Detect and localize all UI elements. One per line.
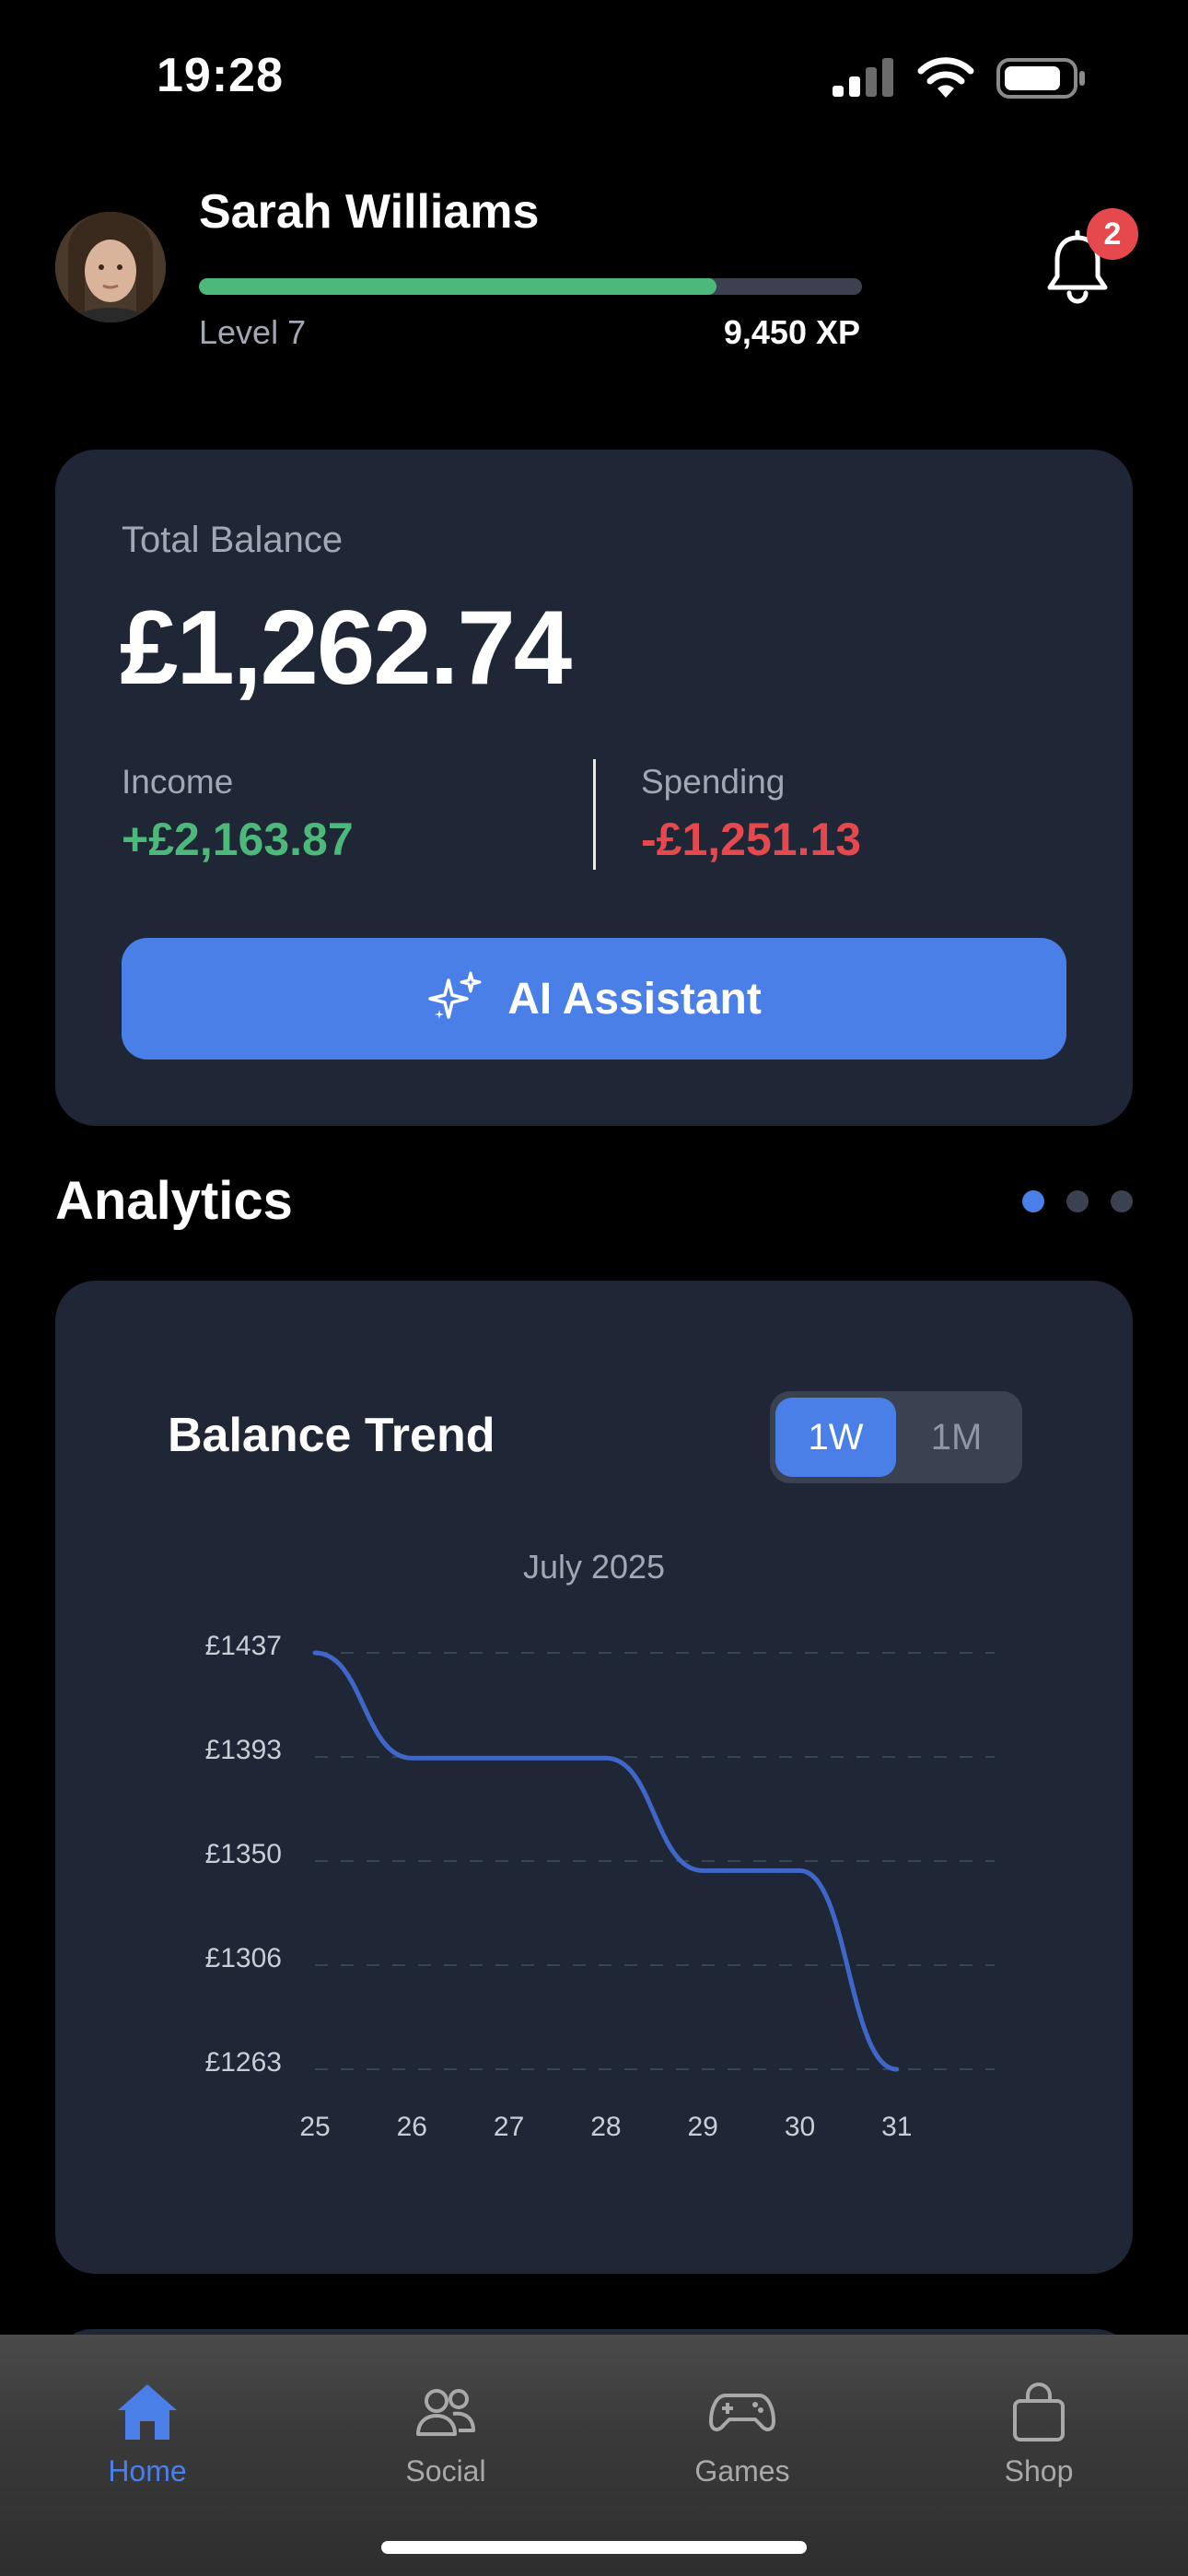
page-dot-1[interactable] — [1022, 1190, 1044, 1212]
total-balance-amount: £1,262.74 — [120, 590, 572, 707]
balance-divider — [593, 759, 596, 870]
spending-value: -£1,251.13 — [641, 814, 862, 865]
tab-games[interactable]: Games — [650, 2381, 834, 2488]
home-icon — [118, 2384, 177, 2440]
page-indicator[interactable] — [1022, 1190, 1133, 1212]
gamepad-icon — [709, 2394, 775, 2431]
home-indicator[interactable] — [381, 2541, 807, 2554]
tab-home-label: Home — [108, 2454, 187, 2488]
x-tick-label: 25 — [299, 2112, 330, 2142]
income-label: Income — [122, 763, 234, 801]
signal-icon — [833, 58, 893, 97]
avatar-image — [55, 212, 166, 322]
y-tick-label: £1437 — [205, 1631, 282, 1661]
x-tick-label: 30 — [785, 2112, 815, 2142]
analytics-title: Analytics — [55, 1171, 293, 1231]
xp-progress-bar — [199, 278, 862, 295]
tab-games-label: Games — [694, 2454, 790, 2488]
ai-assistant-button[interactable]: AI Assistant — [122, 938, 1066, 1060]
balance-trend-card: £1437 £1393 £1350 £1306 £1263 25 26 27 28 29 30 31 … — [55, 1281, 1133, 2274]
notification-badge: 2 — [1087, 208, 1138, 260]
avatar[interactable] — [55, 212, 166, 322]
x-tick-label: 28 — [590, 2112, 621, 2142]
user-name: Sarah Williams — [199, 185, 540, 239]
y-tick-label: £1263 — [205, 2047, 282, 2078]
status-icons — [831, 57, 1087, 100]
x-tick-label: 29 — [688, 2112, 718, 2142]
y-tick-label: £1350 — [205, 1839, 282, 1869]
battery-icon — [996, 58, 1085, 99]
sparkles-icon — [428, 971, 482, 1019]
x-tick-label: 27 — [494, 2112, 524, 2142]
level-label: Level 7 — [199, 313, 307, 351]
tab-social[interactable]: Social — [354, 2381, 538, 2488]
status-time: 19:28 — [157, 49, 284, 102]
tab-bar: Home Social Games Shop — [0, 2335, 1188, 2576]
bag-icon — [1013, 2383, 1065, 2441]
spending-label: Spending — [641, 763, 786, 801]
chart-month-label: July 2025 — [522, 1548, 666, 1586]
income-value: +£2,163.87 — [122, 814, 354, 865]
tab-home[interactable]: Home — [55, 2381, 239, 2488]
range-1w-button[interactable]: 1W — [775, 1398, 896, 1477]
y-tick-label: £1393 — [205, 1735, 282, 1765]
tab-shop-label: Shop — [1004, 2454, 1074, 2488]
x-tick-label: 26 — [397, 2112, 427, 2142]
chart-title: Balance Trend — [168, 1409, 495, 1462]
range-selector[interactable]: 1W 1M — [770, 1391, 1022, 1483]
balance-card: Total Balance £1,262.74 Income +£2,163.8… — [55, 450, 1133, 1126]
page-dot-3[interactable] — [1111, 1190, 1133, 1212]
range-1m-button[interactable]: 1M — [896, 1398, 1017, 1477]
xp-label: 9,450 XP — [723, 313, 860, 351]
wifi-icon — [917, 57, 974, 98]
tab-social-label: Social — [405, 2454, 486, 2488]
ai-assistant-label: AI Assistant — [507, 974, 762, 1024]
tab-shop[interactable]: Shop — [947, 2381, 1131, 2488]
people-icon — [416, 2389, 475, 2436]
x-tick-label: 31 — [881, 2112, 912, 2142]
page-dot-2[interactable] — [1066, 1190, 1089, 1212]
xp-progress-fill — [199, 278, 716, 295]
y-tick-label: £1306 — [205, 1943, 282, 1973]
total-balance-label: Total Balance — [122, 520, 344, 560]
